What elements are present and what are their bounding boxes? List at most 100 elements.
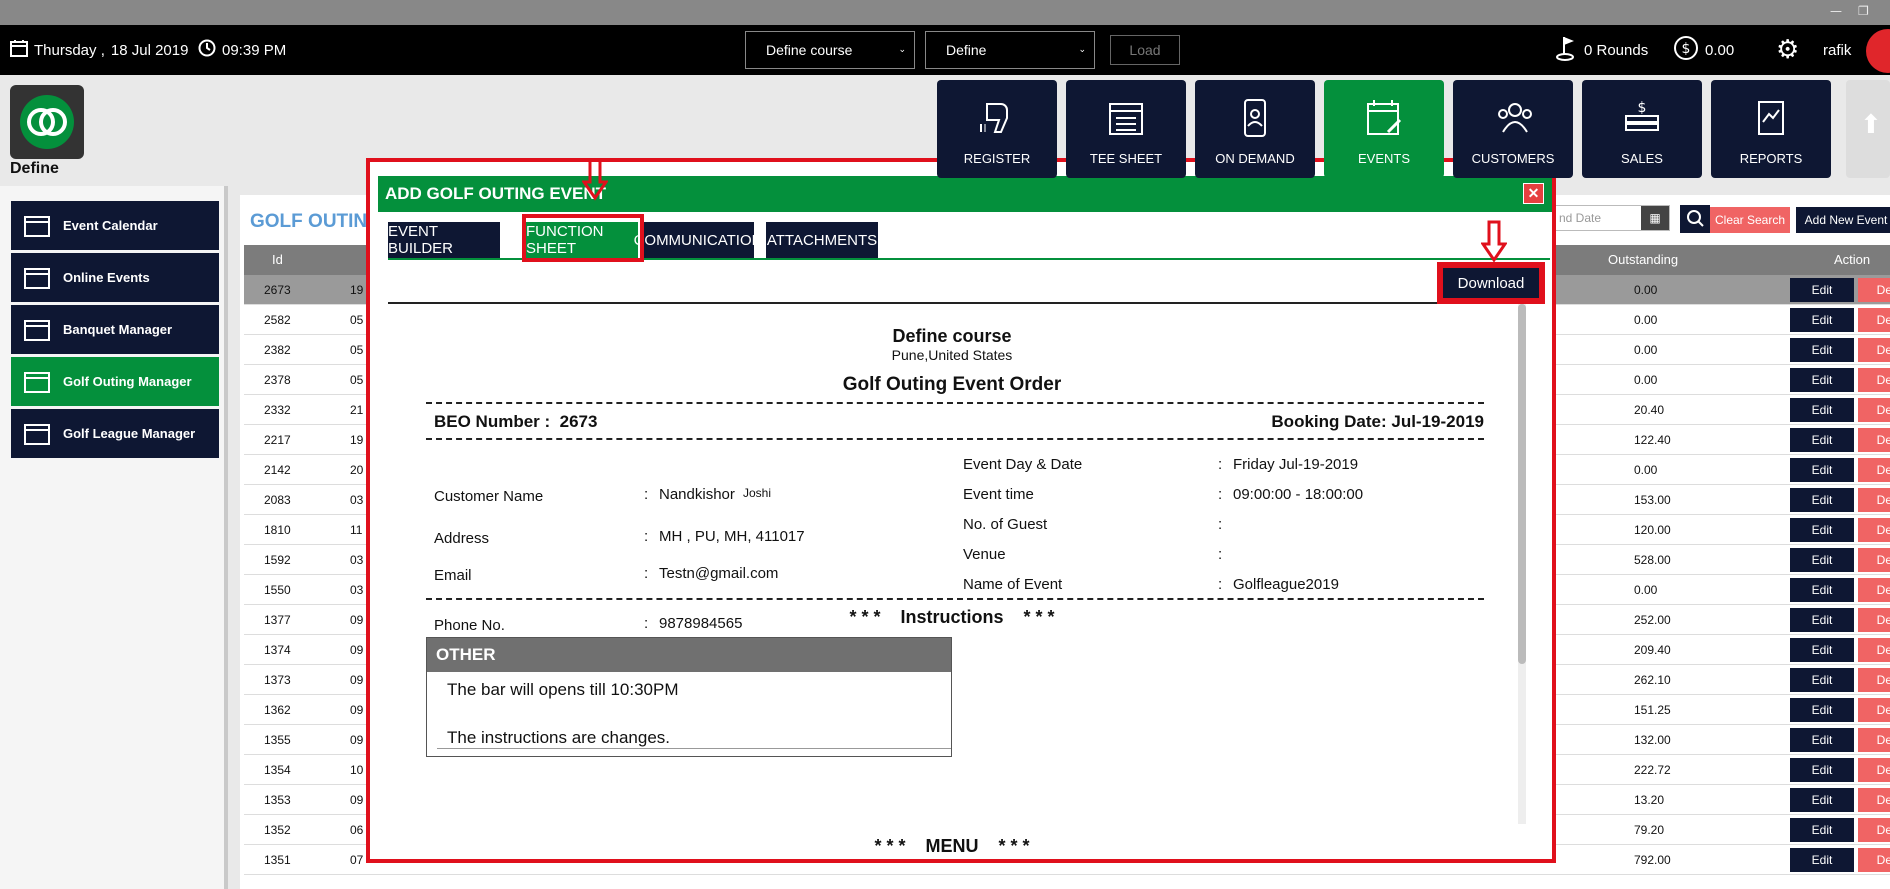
- sidebar-item-online-events[interactable]: Online Events: [11, 253, 219, 302]
- delete-button[interactable]: Delete: [1858, 278, 1890, 302]
- delete-button[interactable]: Delete: [1858, 698, 1890, 722]
- row-date: 20: [350, 463, 364, 477]
- delete-button[interactable]: Delete: [1858, 578, 1890, 602]
- edit-button[interactable]: Edit: [1790, 788, 1854, 812]
- delete-button[interactable]: Delete: [1858, 608, 1890, 632]
- field-label: Event time: [963, 486, 1034, 503]
- delete-button[interactable]: Delete: [1858, 848, 1890, 872]
- close-icon[interactable]: ✕: [1523, 183, 1544, 204]
- delete-button[interactable]: Delete: [1858, 758, 1890, 782]
- edit-button[interactable]: Edit: [1790, 338, 1854, 362]
- tile-register[interactable]: REGISTER: [937, 80, 1057, 178]
- sidebar-item-banquet-manager[interactable]: Banquet Manager: [11, 305, 219, 354]
- amount-display[interactable]: $ 0.00: [1673, 25, 1734, 75]
- edit-button[interactable]: Edit: [1790, 548, 1854, 572]
- sidebar-item-golf-league-manager[interactable]: Golf League Manager: [11, 409, 219, 458]
- tab-communication[interactable]: COMMUNICATION: [634, 222, 762, 258]
- edit-button[interactable]: Edit: [1790, 578, 1854, 602]
- tile-customers[interactable]: CUSTOMERS: [1453, 80, 1573, 178]
- tile-label: REPORTS: [1739, 151, 1803, 166]
- row-outstanding: 153.00: [1634, 493, 1671, 507]
- tile-sales[interactable]: $ SALES: [1582, 80, 1702, 178]
- row-id: 1550: [264, 583, 291, 597]
- edit-button[interactable]: Edit: [1790, 698, 1854, 722]
- edit-button[interactable]: Edit: [1790, 488, 1854, 512]
- edit-button[interactable]: Edit: [1790, 608, 1854, 632]
- delete-button[interactable]: Delete: [1858, 818, 1890, 842]
- tile-on-demand[interactable]: ON DEMAND: [1195, 80, 1315, 178]
- row-id: 2217: [264, 433, 291, 447]
- edit-button[interactable]: Edit: [1790, 848, 1854, 872]
- tile-reports[interactable]: REPORTS: [1711, 80, 1831, 178]
- delete-button[interactable]: Delete: [1858, 638, 1890, 662]
- search-button[interactable]: [1680, 205, 1710, 233]
- settings-button[interactable]: ⚙: [1776, 25, 1799, 75]
- row-outstanding: 0.00: [1634, 583, 1658, 597]
- calendar-icon[interactable]: ▦: [1641, 206, 1669, 230]
- course-select[interactable]: Define course ⌄: [745, 31, 915, 69]
- power-icon[interactable]: [1866, 29, 1890, 73]
- define-select[interactable]: Define ⌄: [925, 31, 1095, 69]
- delete-button[interactable]: Delete: [1858, 338, 1890, 362]
- field-colon: :: [644, 565, 649, 582]
- row-id: 1373: [264, 673, 291, 687]
- sidebar-item-event-calendar[interactable]: Event Calendar: [11, 201, 219, 250]
- edit-button[interactable]: Edit: [1790, 368, 1854, 392]
- edit-button[interactable]: Edit: [1790, 278, 1854, 302]
- delete-button[interactable]: Delete: [1858, 308, 1890, 332]
- col-outstanding: Outstanding: [1608, 252, 1679, 267]
- delete-button[interactable]: Delete: [1858, 668, 1890, 692]
- delete-button[interactable]: Delete: [1858, 488, 1890, 512]
- clear-search-button[interactable]: Clear Search: [1710, 207, 1790, 233]
- delete-button[interactable]: Delete: [1858, 428, 1890, 452]
- delete-button[interactable]: Delete: [1858, 368, 1890, 392]
- end-date-input[interactable]: nd Date ▦: [1550, 205, 1670, 231]
- row-outstanding: 0.00: [1634, 283, 1658, 297]
- doc-heading: Golf Outing Event Order: [842, 374, 1062, 395]
- tab-attachments[interactable]: ATTACHMENTS: [766, 222, 878, 258]
- scrollbar-thumb[interactable]: [1518, 304, 1526, 664]
- row-id: 1354: [264, 763, 291, 777]
- user-name[interactable]: rafik: [1823, 25, 1851, 75]
- edit-button[interactable]: Edit: [1790, 428, 1854, 452]
- tile-tee-sheet[interactable]: TEE SHEET: [1066, 80, 1186, 178]
- delete-button[interactable]: Delete: [1858, 458, 1890, 482]
- date-display: Thursday , 18 Jul 2019: [10, 25, 188, 75]
- field-colon: :: [1218, 516, 1223, 533]
- tile-events[interactable]: EVENTS: [1324, 80, 1444, 178]
- edit-button[interactable]: Edit: [1790, 728, 1854, 752]
- edit-button[interactable]: Edit: [1790, 638, 1854, 662]
- edit-button[interactable]: Edit: [1790, 398, 1854, 422]
- edit-button[interactable]: Edit: [1790, 518, 1854, 542]
- annotation-highlight-tab: [522, 214, 644, 262]
- load-button[interactable]: Load: [1110, 35, 1180, 65]
- row-id: 2142: [264, 463, 291, 477]
- rounds-display[interactable]: 0 Rounds: [1556, 25, 1648, 75]
- delete-button[interactable]: Delete: [1858, 728, 1890, 752]
- field-label: Name of Event: [963, 576, 1063, 593]
- row-outstanding: 0.00: [1634, 313, 1658, 327]
- add-new-event-button[interactable]: Add New Event: [1796, 207, 1890, 233]
- edit-button[interactable]: Edit: [1790, 308, 1854, 332]
- minimize-icon[interactable]: —: [1830, 4, 1842, 18]
- delete-button[interactable]: Delete: [1858, 788, 1890, 812]
- scroll-up-button[interactable]: ⬆: [1846, 80, 1890, 178]
- booking-date: Booking Date: Jul-19-2019: [1271, 412, 1484, 431]
- course-location: Pune,United States: [891, 347, 1013, 363]
- edit-button[interactable]: Edit: [1790, 818, 1854, 842]
- row-outstanding: 122.40: [1634, 433, 1671, 447]
- field-colon: :: [1218, 576, 1223, 593]
- row-id: 2332: [264, 403, 291, 417]
- edit-button[interactable]: Edit: [1790, 758, 1854, 782]
- delete-button[interactable]: Delete: [1858, 518, 1890, 542]
- tab-event-builder[interactable]: EVENT BUILDER: [388, 222, 500, 258]
- edit-button[interactable]: Edit: [1790, 668, 1854, 692]
- delete-button[interactable]: Delete: [1858, 548, 1890, 572]
- instructions-heading: * * * Instructions * * *: [849, 607, 1055, 627]
- restore-icon[interactable]: ❐: [1858, 4, 1869, 18]
- league-calendar-icon: [11, 422, 63, 446]
- sidebar-item-golf-outing-manager[interactable]: Golf Outing Manager: [11, 357, 219, 406]
- edit-button[interactable]: Edit: [1790, 458, 1854, 482]
- delete-button[interactable]: Delete: [1858, 398, 1890, 422]
- svg-text:$: $: [1682, 41, 1691, 57]
